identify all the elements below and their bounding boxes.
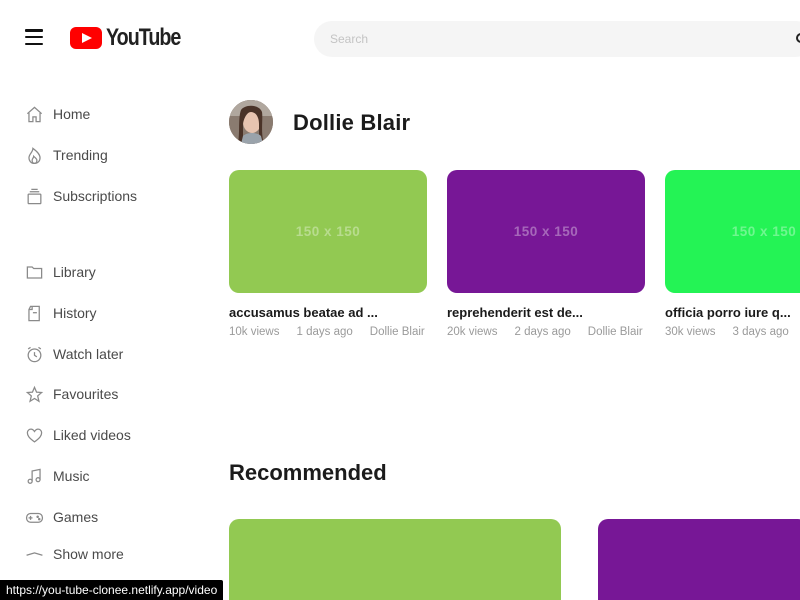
heart-icon xyxy=(24,425,44,445)
sidebar-item-show-more[interactable]: Show more xyxy=(24,542,124,566)
star-icon xyxy=(24,384,44,404)
subscriptions-icon xyxy=(24,186,44,206)
sidebar-item-label: History xyxy=(53,305,97,321)
video-thumbnail[interactable]: 150 x 150 xyxy=(665,170,800,293)
video-channel[interactable]: Dollie Blair xyxy=(370,326,425,338)
recommended-video-thumbnail[interactable] xyxy=(598,519,800,600)
search-input[interactable] xyxy=(314,21,800,57)
video-age: 2 days ago xyxy=(514,326,571,338)
video-card[interactable]: 150 x 150 accusamus beatae ad ... 10k vi… xyxy=(229,170,427,338)
sidebar: Home Trending Subscriptions Library Hist… xyxy=(0,0,210,600)
sidebar-item-label: Trending xyxy=(53,147,108,163)
sidebar-item-label: Home xyxy=(53,106,91,122)
thumbnail-placeholder-text: 150 x 150 xyxy=(295,224,361,239)
flame-icon xyxy=(24,145,44,165)
search-icon[interactable] xyxy=(796,33,800,43)
video-views: 10k views xyxy=(229,326,280,338)
video-card[interactable]: 150 x 150 reprehenderit est de... 20k vi… xyxy=(447,170,645,338)
sidebar-item-label: Games xyxy=(53,509,99,525)
sidebar-item-subscriptions[interactable]: Subscriptions xyxy=(24,184,137,208)
sidebar-item-label: Watch later xyxy=(53,346,124,362)
video-thumbnail[interactable]: 150 x 150 xyxy=(229,170,427,293)
video-title[interactable]: reprehenderit est de... xyxy=(447,305,645,320)
video-title[interactable]: officia porro iure q... xyxy=(665,305,800,320)
folder-icon xyxy=(24,262,44,282)
home-icon xyxy=(24,104,44,124)
sidebar-item-games[interactable]: Games xyxy=(24,505,98,529)
channel-name[interactable]: Dollie Blair xyxy=(293,110,410,136)
sidebar-item-library[interactable]: Library xyxy=(24,260,96,284)
recommended-title: Recommended xyxy=(229,460,387,485)
avatar[interactable] xyxy=(229,100,273,144)
video-meta: 30k views 3 days ago xyxy=(665,326,800,338)
clock-icon xyxy=(24,344,44,364)
video-age: 3 days ago xyxy=(732,326,789,338)
thumbnail-placeholder-text: 150 x 150 xyxy=(513,224,579,239)
video-age: 1 days ago xyxy=(296,326,353,338)
sidebar-item-label: Favourites xyxy=(53,386,119,402)
music-icon xyxy=(24,466,44,486)
video-card[interactable]: 150 x 150 officia porro iure q... 30k vi… xyxy=(665,170,800,338)
link-status-bar: https://you-tube-clonee.netlify.app/vide… xyxy=(0,580,224,600)
sidebar-item-home[interactable]: Home xyxy=(24,102,90,126)
sidebar-item-trending[interactable]: Trending xyxy=(24,143,108,167)
sidebar-item-favourites[interactable]: Favourites xyxy=(24,382,118,406)
video-channel[interactable]: Dollie Blair xyxy=(588,326,643,338)
sidebar-item-liked-videos[interactable]: Liked videos xyxy=(24,423,131,447)
history-icon xyxy=(24,303,44,323)
sidebar-item-label: Library xyxy=(53,264,96,280)
sidebar-item-watch-later[interactable]: Watch later xyxy=(24,342,123,366)
sidebar-item-music[interactable]: Music xyxy=(24,464,90,488)
sidebar-item-label: Liked videos xyxy=(53,427,131,443)
sidebar-item-label: Music xyxy=(53,468,90,484)
chevron-up-icon xyxy=(24,544,44,564)
sidebar-item-history[interactable]: History xyxy=(24,301,97,325)
video-thumbnail[interactable]: 150 x 150 xyxy=(447,170,645,293)
gamepad-icon xyxy=(24,507,44,527)
video-views: 30k views xyxy=(665,326,716,338)
sidebar-item-label: Subscriptions xyxy=(53,188,138,204)
video-title[interactable]: accusamus beatae ad ... xyxy=(229,305,427,320)
video-meta: 10k views 1 days ago Dollie Blair xyxy=(229,326,427,338)
sidebar-item-label: Show more xyxy=(53,546,124,562)
video-views: 20k views xyxy=(447,326,498,338)
recommended-video-thumbnail[interactable] xyxy=(229,519,561,600)
thumbnail-placeholder-text: 150 x 150 xyxy=(731,224,797,239)
video-meta: 20k views 2 days ago Dollie Blair xyxy=(447,326,645,338)
